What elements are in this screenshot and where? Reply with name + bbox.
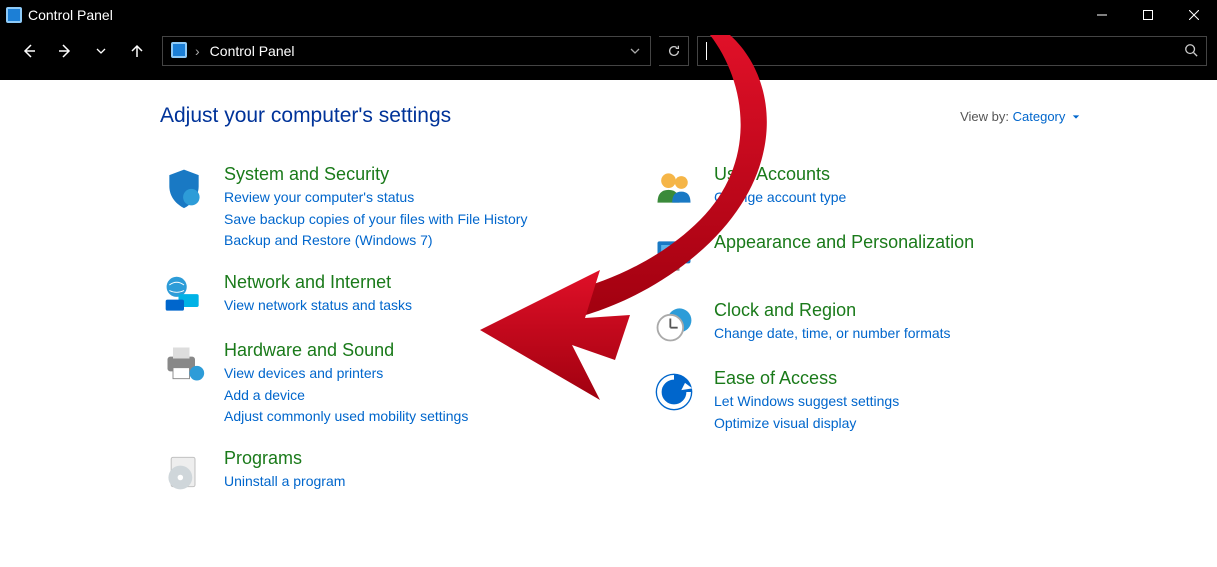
address-bar[interactable]: › Control Panel [162,36,651,66]
category-title[interactable]: Clock and Region [714,300,951,321]
category-title[interactable]: Appearance and Personalization [714,232,974,253]
category-clock-and-region: Clock and Region Change date, time, or n… [650,300,1100,348]
users-icon [650,164,698,212]
address-chevron-icon: › [195,43,200,59]
disc-box-icon [160,448,208,496]
text-cursor [706,42,707,60]
category-column-left: System and Security Review your computer… [160,164,610,516]
category-link[interactable]: Uninstall a program [224,471,345,493]
category-link[interactable]: Backup and Restore (Windows 7) [224,230,527,252]
search-input[interactable] [697,36,1207,66]
category-title[interactable]: System and Security [224,164,527,185]
app-icon [6,7,22,23]
category-network-and-internet: Network and Internet View network status… [160,272,610,320]
address-path: Control Panel [208,43,620,59]
content-area: Adjust your computer's settings View by:… [0,80,1217,567]
forward-button[interactable] [56,42,74,60]
nav-bar: › Control Panel [0,30,1217,80]
category-hardware-and-sound: Hardware and Sound View devices and prin… [160,340,610,428]
close-button[interactable] [1171,0,1217,30]
category-system-and-security: System and Security Review your computer… [160,164,610,252]
category-title[interactable]: Hardware and Sound [224,340,468,361]
category-user-accounts: User Accounts Change account type [650,164,1100,212]
address-icon [171,42,187,58]
category-column-right: User Accounts Change account type Appear… [650,164,1100,516]
monitor-icon [650,232,698,280]
recent-locations-dropdown[interactable] [92,42,110,60]
page-title: Adjust your computer's settings [160,104,451,128]
view-by-dropdown[interactable]: Category [1013,109,1080,124]
category-ease-of-access: Ease of Access Let Windows suggest setti… [650,368,1100,434]
clock-globe-icon [650,300,698,348]
up-button[interactable] [128,42,146,60]
maximize-button[interactable] [1125,0,1171,30]
network-globe-icon [160,272,208,320]
window-title: Control Panel [28,7,113,23]
view-by-label: View by: [960,109,1009,124]
title-bar: Control Panel [0,0,1217,30]
category-title[interactable]: Programs [224,448,345,469]
category-link[interactable]: Adjust commonly used mobility settings [224,406,468,428]
category-appearance-and-personalization: Appearance and Personalization [650,232,1100,280]
address-dropdown-icon[interactable] [620,43,650,59]
ease-of-access-icon [650,368,698,416]
category-link[interactable]: Review your computer's status [224,187,527,209]
category-link[interactable]: View devices and printers [224,363,468,385]
category-link[interactable]: Save backup copies of your files with Fi… [224,209,527,231]
category-link[interactable]: View network status and tasks [224,295,412,317]
category-title[interactable]: User Accounts [714,164,846,185]
refresh-button[interactable] [659,36,689,66]
back-button[interactable] [20,42,38,60]
category-link[interactable]: Change date, time, or number formats [714,323,951,345]
category-programs: Programs Uninstall a program [160,448,610,496]
shield-icon [160,164,208,212]
category-title[interactable]: Ease of Access [714,368,899,389]
category-title[interactable]: Network and Internet [224,272,412,293]
minimize-button[interactable] [1079,0,1125,30]
category-link[interactable]: Change account type [714,187,846,209]
view-by: View by: Category [960,109,1080,124]
printer-icon [160,340,208,388]
category-link[interactable]: Optimize visual display [714,413,899,435]
category-link[interactable]: Let Windows suggest settings [714,391,899,413]
category-link[interactable]: Add a device [224,385,468,407]
search-icon [1184,43,1198,60]
